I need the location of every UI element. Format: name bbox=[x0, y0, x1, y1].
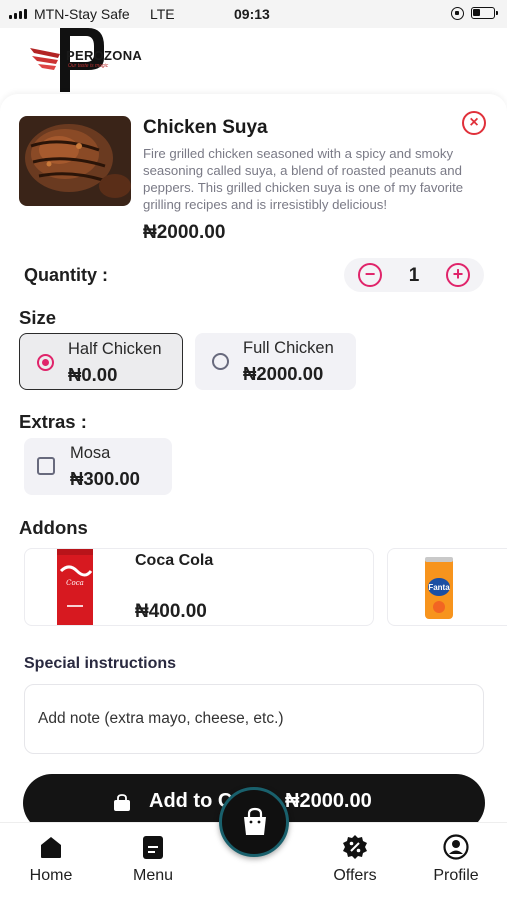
battery-icon bbox=[471, 7, 498, 19]
minus-circle-icon[interactable]: − bbox=[358, 263, 382, 287]
item-description: Fire grilled chicken seasoned with a spi… bbox=[143, 146, 464, 212]
brand-tagline: Our taste is magic bbox=[68, 63, 109, 69]
checkbox-icon bbox=[37, 457, 55, 475]
nav-label: Home bbox=[29, 867, 73, 884]
plus-circle-icon[interactable]: + bbox=[446, 263, 470, 287]
size-option-half-chicken[interactable]: Half Chicken ₦0.00 bbox=[19, 333, 183, 390]
menu-icon bbox=[143, 836, 163, 859]
close-button[interactable]: × bbox=[462, 111, 486, 135]
carrier-name: MTN-Stay Safe bbox=[34, 6, 130, 22]
addon-price: ₦400.00 bbox=[135, 601, 207, 622]
size-label: Size bbox=[19, 307, 57, 328]
bag-icon bbox=[114, 794, 130, 811]
nav-item-profile[interactable]: Profile bbox=[416, 833, 496, 885]
brand-name: PEROZONA bbox=[66, 48, 143, 63]
network-type: LTE bbox=[150, 6, 175, 22]
signal-icon bbox=[9, 9, 27, 19]
nav-item-menu[interactable]: Menu bbox=[113, 833, 193, 885]
status-bar: MTN-Stay Safe LTE 09:13 bbox=[0, 0, 507, 28]
extra-option-price: ₦300.00 bbox=[70, 468, 140, 489]
cart-fab-button[interactable] bbox=[219, 787, 289, 857]
extras-label: Extras : bbox=[19, 411, 87, 432]
size-option-name: Half Chicken bbox=[68, 340, 162, 358]
coca-cola-can-icon: Coca bbox=[57, 549, 93, 625]
size-option-price: ₦2000.00 bbox=[243, 363, 324, 384]
fanta-can-icon: Fanta bbox=[425, 557, 453, 619]
size-option-name: Full Chicken bbox=[243, 339, 334, 357]
radio-unselected-icon bbox=[212, 353, 229, 370]
offers-icon bbox=[343, 835, 367, 859]
orientation-lock-icon bbox=[451, 7, 464, 20]
svg-text:Fanta: Fanta bbox=[428, 583, 450, 592]
food-image bbox=[19, 116, 131, 206]
quantity-label: Quantity : bbox=[24, 265, 108, 285]
app-header: PEROZONA Our taste is magic bbox=[0, 28, 507, 94]
svg-text:Coca: Coca bbox=[66, 579, 84, 587]
quantity-stepper: − 1 + bbox=[344, 258, 484, 292]
brand-logo: PEROZONA Our taste is magic bbox=[30, 28, 143, 92]
nav-label: Profile bbox=[433, 867, 479, 884]
item-price: ₦2000.00 bbox=[143, 222, 226, 243]
extra-option-name: Mosa bbox=[70, 444, 111, 462]
quantity-value: 1 bbox=[408, 265, 420, 286]
size-option-price: ₦0.00 bbox=[68, 364, 118, 385]
item-title: Chicken Suya bbox=[143, 117, 268, 138]
home-icon bbox=[41, 837, 61, 858]
nav-label: Menu bbox=[132, 867, 174, 884]
shopping-bag-icon bbox=[244, 807, 266, 835]
addon-card-fanta[interactable]: Fanta bbox=[387, 548, 507, 626]
cart-total: ₦2000.00 bbox=[285, 790, 372, 812]
profile-icon bbox=[443, 834, 469, 860]
addon-card-coca-cola[interactable]: Coca Coca Cola ₦400.00 bbox=[24, 548, 374, 626]
status-time: 09:13 bbox=[234, 6, 270, 22]
addon-name: Coca Cola bbox=[135, 552, 214, 569]
radio-selected-icon bbox=[37, 354, 54, 371]
special-instructions-input[interactable] bbox=[24, 684, 484, 754]
special-instructions-label: Special instructions bbox=[24, 655, 177, 672]
nav-item-offers[interactable]: Offers bbox=[315, 833, 395, 885]
add-to-cart-label: Add to C bbox=[149, 790, 233, 812]
addons-label: Addons bbox=[19, 517, 88, 538]
nav-item-home[interactable]: Home bbox=[11, 833, 91, 885]
size-option-full-chicken[interactable]: Full Chicken ₦2000.00 bbox=[195, 333, 356, 390]
close-icon: × bbox=[469, 114, 479, 131]
extra-option-mosa[interactable]: Mosa ₦300.00 bbox=[24, 438, 172, 495]
nav-label: Offers bbox=[333, 867, 377, 884]
